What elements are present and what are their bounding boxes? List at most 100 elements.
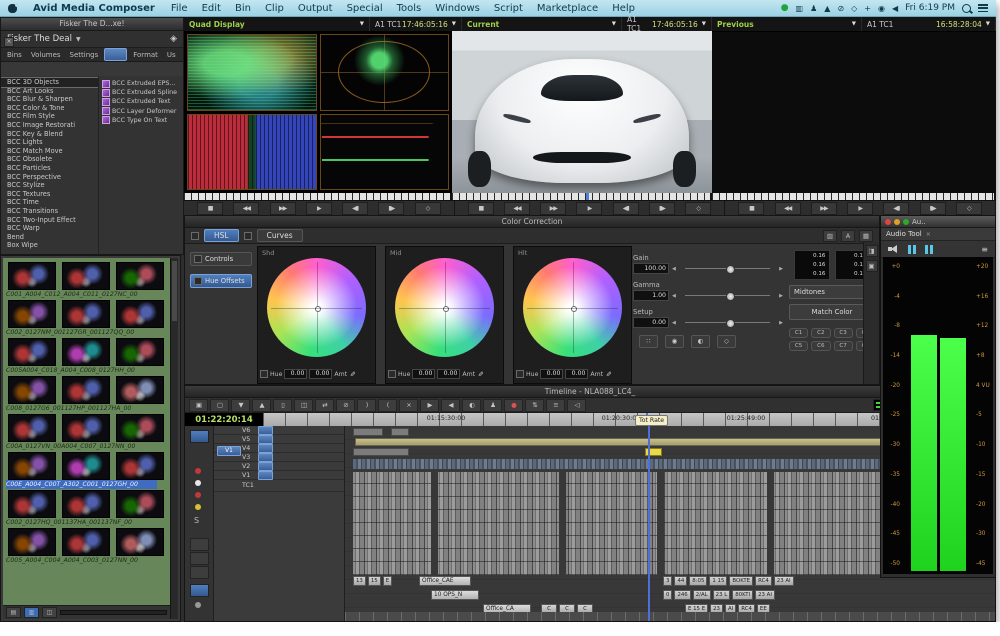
effect-category[interactable]: BCC Time <box>1 198 98 207</box>
clip-name[interactable]: C00E_A004_C00T_A302_C001_0127GH_00 <box>6 480 157 489</box>
yellow-dot[interactable] <box>195 504 201 510</box>
tool-button[interactable] <box>190 566 209 579</box>
chevron-down-icon[interactable]: ▼ <box>612 21 616 27</box>
menu-item[interactable]: Windows <box>428 3 487 14</box>
hue-value[interactable]: 0.00 <box>540 369 563 379</box>
slider-left-arrow[interactable]: ◀ <box>672 293 676 299</box>
frame-view-icon[interactable]: ▤ <box>6 607 21 618</box>
peak-hold-menu-icon[interactable]: ≡ <box>981 245 988 254</box>
cc-tool-icon[interactable]: A <box>841 230 855 242</box>
cc-tool-icon[interactable]: ▦ <box>859 230 873 242</box>
enable-checkbox[interactable] <box>244 232 252 240</box>
cc-mini-button[interactable]: ◇ <box>717 335 736 348</box>
current-timecode[interactable]: A1 TC1 17:46:05:16 ▼ <box>622 17 712 31</box>
enable-checkbox[interactable] <box>260 370 268 378</box>
quad-position-bar[interactable] <box>184 193 452 200</box>
pen-dot[interactable] <box>195 602 201 608</box>
quad-display-header[interactable]: Quad Display ▼ <box>184 17 370 31</box>
effect-category[interactable]: BCC Film Style <box>1 112 98 121</box>
timeline-tool-button[interactable]: ▯ <box>273 399 292 412</box>
clip-thumbnail[interactable] <box>8 490 56 518</box>
project-tab[interactable]: Settings <box>67 50 102 60</box>
settings-icon[interactable]: ▣ <box>866 260 878 272</box>
transport-button[interactable]: ▶ <box>306 202 332 215</box>
enable-checkbox[interactable] <box>516 370 524 378</box>
correction-bucket-button[interactable]: C2 <box>811 328 830 338</box>
timeline-tool-button[interactable]: ( <box>378 399 397 412</box>
clip-name[interactable]: C002_0127NM_001127GR_001127QQ_00 <box>6 328 170 337</box>
project-tab[interactable]: Format <box>130 50 161 60</box>
timeline-tool-button[interactable]: × <box>399 399 418 412</box>
hue-offsets-button[interactable]: Hue Offsets <box>190 274 252 288</box>
slider-track[interactable] <box>679 318 776 327</box>
timeline-tool-button[interactable]: ) <box>357 399 376 412</box>
slider-thumb[interactable] <box>726 265 735 274</box>
slider-value[interactable]: 100.00 <box>633 263 669 274</box>
previous-position-bar[interactable] <box>712 193 996 200</box>
transport-button[interactable]: ▶ <box>847 202 873 215</box>
track-enable-button[interactable] <box>258 453 273 462</box>
menu-item[interactable]: Help <box>605 3 642 14</box>
audio-clip[interactable]: 1 15 <box>709 576 727 586</box>
current-monitor-header[interactable]: Current ▼ <box>462 17 622 31</box>
slider-value[interactable]: 0.00 <box>633 317 669 328</box>
meter-in-icon[interactable] <box>908 245 916 254</box>
clip-thumbnail[interactable] <box>8 338 56 366</box>
status-icon[interactable]: ⊘ <box>837 4 844 13</box>
transport-button[interactable]: ■ <box>468 202 494 215</box>
chevron-down-icon[interactable]: ▼ <box>360 21 364 27</box>
track-label[interactable]: V1 <box>242 472 258 479</box>
transport-button[interactable]: ◀◀ <box>775 202 801 215</box>
slider-thumb[interactable] <box>726 292 735 301</box>
transport-button[interactable]: ◀◀ <box>504 202 530 215</box>
video-clip[interactable] <box>353 448 409 456</box>
quad-timecode[interactable]: A1 TC1 17:46:05:16 ▼ <box>370 17 462 31</box>
cc-mini-button[interactable]: ◉ <box>665 335 684 348</box>
timeline-tool-button[interactable]: ▢ <box>210 399 229 412</box>
menu-item[interactable]: File <box>164 3 195 14</box>
bin-scrollbar[interactable] <box>170 258 178 619</box>
timeline-tool-button[interactable]: ▣ <box>189 399 208 412</box>
menu-item[interactable]: Special <box>340 3 390 14</box>
chevron-down-icon[interactable]: ▼ <box>702 21 706 27</box>
current-position-bar[interactable] <box>452 193 712 200</box>
effect-category[interactable]: BCC Perspective <box>1 173 98 182</box>
timeline-tool-button[interactable]: ♟ <box>483 399 502 412</box>
transport-button[interactable]: ■ <box>738 202 764 215</box>
tool-button[interactable] <box>190 538 209 551</box>
source-track-patch[interactable]: V1 <box>217 446 241 456</box>
previous-monitor-header[interactable]: Previous ▼ <box>712 17 862 31</box>
script-view-icon[interactable]: ◫ <box>42 607 57 618</box>
save-correction-icon[interactable]: ◨ <box>866 245 878 257</box>
project-tab[interactable]: Us <box>164 50 179 60</box>
effect-category[interactable]: BCC Two-Input Effect <box>1 216 98 225</box>
effect-category[interactable]: BCC Stylize <box>1 181 98 190</box>
menu-clock[interactable]: Fri 6:19 PM <box>905 3 955 13</box>
timeline-tool-button[interactable]: ◁ <box>567 399 586 412</box>
track-label[interactable]: V6 <box>242 427 258 434</box>
hue-value[interactable]: 0.00 <box>412 369 435 379</box>
eyedropper-icon[interactable]: ✎ <box>476 371 484 377</box>
cc-mini-button[interactable]: ◐ <box>691 335 710 348</box>
clip-name[interactable]: C005_A004_C004_A004_C003_0127NN_00 <box>6 556 170 565</box>
tab-hsl[interactable]: HSL <box>204 229 239 242</box>
status-icon[interactable]: ▥ <box>796 4 804 13</box>
playhead[interactable] <box>648 426 650 621</box>
video-clip[interactable] <box>353 428 383 436</box>
effect-category[interactable]: BCC Particles <box>1 164 98 173</box>
timeline-tool-button[interactable]: ◐ <box>462 399 481 412</box>
audio-clip[interactable]: RC4 <box>755 576 772 586</box>
timeline-tool-button[interactable]: ⊘ <box>336 399 355 412</box>
audio-clip[interactable]: 44 <box>674 576 687 586</box>
slider-track[interactable] <box>679 291 776 300</box>
effect-category[interactable]: BCC Textures <box>1 190 98 199</box>
status-icon[interactable]: ◇ <box>851 4 857 13</box>
color-wheel[interactable] <box>267 258 366 357</box>
status-icon[interactable]: ◀ <box>892 4 898 13</box>
tool-button[interactable] <box>190 584 209 597</box>
speaker-icon[interactable] <box>888 245 899 254</box>
timeline-tool-button[interactable]: ▲ <box>252 399 271 412</box>
audio-clip[interactable]: 23 AI <box>774 576 794 586</box>
clip-name[interactable]: C001_A004_C012_A004_C011_0127NC_00 <box>6 290 170 299</box>
slider-right-arrow[interactable]: ▶ <box>779 293 783 299</box>
